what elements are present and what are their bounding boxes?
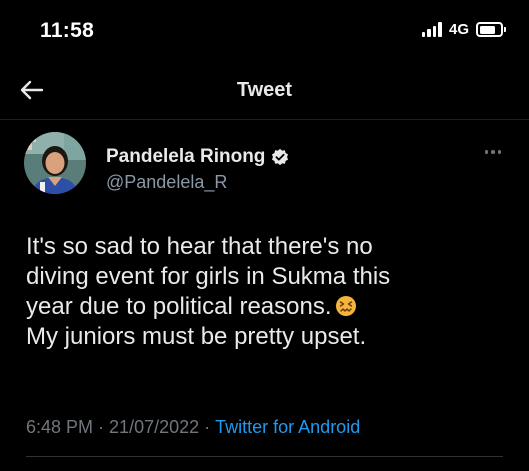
tweet-line: diving event for girls in Sukma this <box>26 263 391 290</box>
header-divider <box>0 119 529 120</box>
avatar[interactable] <box>24 132 86 194</box>
meta-divider <box>26 456 503 457</box>
author-name-text: Pandelela Rinong <box>106 146 266 167</box>
battery-icon <box>476 22 506 37</box>
tweet-line: It's so sad to hear that there's no <box>26 233 373 260</box>
status-indicators: 4G <box>421 21 506 38</box>
verified-badge-icon <box>272 148 289 166</box>
tweet-source-link[interactable]: Twitter for Android <box>215 417 360 437</box>
tweet-meta: 6:48 PM · 21/07/2022 · Twitter for Android <box>26 417 360 438</box>
signal-icon <box>421 22 442 37</box>
page-title: Tweet <box>236 79 293 101</box>
status-time: 11:58 <box>40 19 95 42</box>
more-options-icon[interactable] <box>484 150 501 154</box>
tweet-line-text: year due to political reasons. <box>26 293 332 320</box>
network-label: 4G <box>448 21 469 38</box>
confounded-face-emoji-icon <box>335 296 356 316</box>
meta-separator: · <box>204 417 211 437</box>
tweet-time: 6:48 PM <box>26 417 94 437</box>
tweet-screen: 11:58 4G Tweet Pandelela Rinong @Pandele… <box>0 0 529 471</box>
author-handle[interactable]: @Pandelela_R <box>106 172 227 193</box>
tweet-line: year due to political reasons. <box>26 292 506 322</box>
tweet-line: My juniors must be pretty upset. <box>26 323 367 350</box>
tweet-text: It's so sad to hear that there's no divi… <box>26 232 506 352</box>
author-name[interactable]: Pandelela Rinong <box>106 146 289 168</box>
meta-separator: · <box>98 417 105 437</box>
tweet-date: 21/07/2022 <box>109 417 200 437</box>
